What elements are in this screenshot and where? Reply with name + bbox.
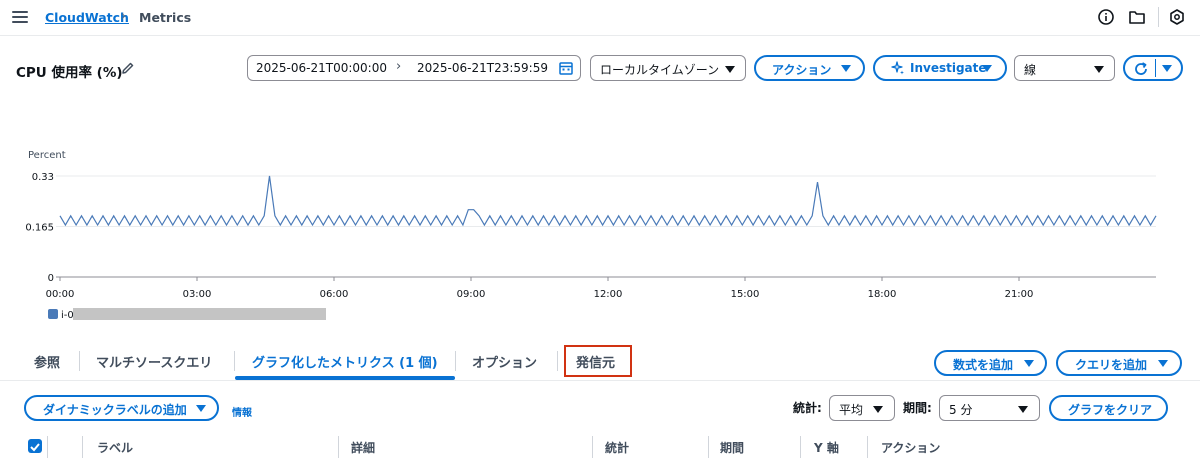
range-arrow: › (396, 59, 402, 74)
x-tick-label: 00:00 (46, 289, 75, 300)
chevron-down-icon (1018, 406, 1028, 413)
add-formula-button[interactable]: 数式を追加 (934, 350, 1047, 376)
top-bar: CloudWatch › Metrics (0, 0, 1200, 36)
menu-icon[interactable] (12, 9, 28, 25)
add-formula-label: 数式を追加 (953, 358, 1014, 372)
breadcrumb-current: Metrics (139, 10, 192, 25)
info-link[interactable]: 情報 (232, 404, 252, 419)
chart-type-select[interactable]: 線 (1014, 55, 1115, 81)
legend-label: i-0 (61, 310, 74, 321)
y-tick-label: 0 (48, 273, 54, 284)
tabs-divider (0, 380, 1200, 381)
column-separator (82, 436, 83, 458)
add-dynamic-label-button[interactable]: ダイナミックラベルの追加 (24, 395, 219, 421)
split-divider (1155, 59, 1156, 77)
folder-icon[interactable] (1128, 8, 1146, 26)
page-title: CPU 使用率 (%) (16, 65, 123, 81)
breadcrumb-cloudwatch[interactable]: CloudWatch (45, 10, 129, 25)
timezone-value: ローカルタイムゾーン (600, 63, 720, 77)
tab-browse[interactable]: 参照 (34, 352, 60, 371)
date-range-picker[interactable]: 2025-06-21T00:00:00 › 2025-06-21T23:59:5… (247, 55, 581, 81)
refresh-icon[interactable] (1132, 60, 1150, 78)
column-y-axis[interactable]: Y 軸 (814, 439, 839, 456)
settings-hexagon-icon[interactable] (1168, 8, 1186, 26)
chevron-down-icon[interactable] (1162, 65, 1172, 72)
y-tick-label: 0.33 (32, 172, 54, 183)
investigate-button[interactable]: Investigate (873, 55, 1007, 81)
column-label[interactable]: ラベル (97, 439, 133, 456)
series-line (59, 175, 1157, 227)
period-value: 5 分 (949, 403, 973, 417)
column-separator (592, 436, 593, 458)
tab-separator (455, 351, 456, 371)
chevron-down-icon (725, 66, 735, 73)
y-tick-label: 0.165 (25, 223, 54, 234)
chart-type-value: 線 (1024, 63, 1037, 77)
column-separator (338, 436, 339, 458)
tab-separator (79, 351, 80, 371)
tab-separator (557, 351, 558, 371)
period-select[interactable]: 5 分 (939, 395, 1040, 421)
x-tick-label: 21:00 (1005, 289, 1034, 300)
column-actions[interactable]: アクション (881, 439, 940, 456)
legend-redacted-bar (73, 308, 326, 320)
column-separator (800, 436, 801, 458)
tab-separator (234, 351, 235, 371)
add-query-button[interactable]: クエリを追加 (1056, 350, 1182, 376)
chevron-down-icon (1094, 66, 1104, 73)
investigate-label: Investigate (910, 61, 987, 75)
end-date: 2025-06-21T23:59:59 (417, 61, 548, 75)
column-separator (47, 436, 48, 458)
chart-svg: Percent 0.33 0.165 0 00:00 03:00 06:00 09:00 12:… (25, 150, 1157, 321)
highlight-box (564, 345, 632, 377)
actions-label: アクション (772, 63, 832, 77)
refresh-split-button[interactable] (1123, 55, 1183, 81)
chevron-down-icon (982, 65, 992, 72)
start-date: 2025-06-21T00:00:00 (256, 61, 387, 75)
column-period[interactable]: 期間 (720, 439, 744, 456)
column-separator (867, 436, 868, 458)
x-tick-label: 12:00 (594, 289, 623, 300)
add-query-label: クエリを追加 (1075, 358, 1148, 372)
tab-graphed-metrics[interactable]: グラフ化したメトリクス (1 個) (252, 352, 438, 371)
chevron-down-icon (196, 405, 206, 412)
chevron-down-icon (1158, 360, 1168, 367)
y-axis-label: Percent (28, 150, 66, 161)
pencil-icon[interactable] (120, 60, 136, 76)
timezone-select[interactable]: ローカルタイムゾーン (590, 55, 746, 81)
x-tick-label: 09:00 (457, 289, 486, 300)
metric-chart: Percent 0.33 0.165 0 00:00 03:00 06:00 09:00 12:… (16, 92, 1182, 330)
clear-graph-label: グラフをクリア (1068, 403, 1153, 417)
statistic-select[interactable]: 平均 (829, 395, 895, 421)
dynamic-label-label: ダイナミックラベルの追加 (43, 403, 187, 417)
top-divider (1158, 7, 1159, 27)
tab-options[interactable]: オプション (472, 352, 537, 371)
chevron-down-icon (841, 65, 851, 72)
x-tick-label: 06:00 (320, 289, 349, 300)
column-separator (708, 436, 709, 458)
tab-multi-source-query[interactable]: マルチソースクエリ (96, 352, 212, 371)
check-icon (30, 443, 40, 452)
calendar-icon[interactable] (558, 60, 574, 76)
actions-button[interactable]: アクション (754, 55, 865, 81)
info-icon[interactable] (1097, 8, 1115, 26)
select-all-checkbox[interactable] (28, 439, 42, 453)
chevron-down-icon (873, 406, 883, 413)
statistic-label: 統計: (793, 401, 822, 415)
x-tick-label: 15:00 (731, 289, 760, 300)
x-tick-label: 18:00 (868, 289, 897, 300)
statistic-value: 平均 (839, 403, 864, 417)
sparkle-icon (891, 61, 904, 75)
legend-swatch (48, 309, 58, 319)
column-details[interactable]: 詳細 (351, 439, 375, 456)
chevron-down-icon (1024, 360, 1034, 367)
period-label: 期間: (903, 401, 932, 415)
breadcrumb-separator: › (121, 9, 127, 24)
clear-graph-button[interactable]: グラフをクリア (1049, 395, 1168, 421)
column-statistic[interactable]: 統計 (605, 439, 629, 456)
x-tick-label: 03:00 (183, 289, 212, 300)
